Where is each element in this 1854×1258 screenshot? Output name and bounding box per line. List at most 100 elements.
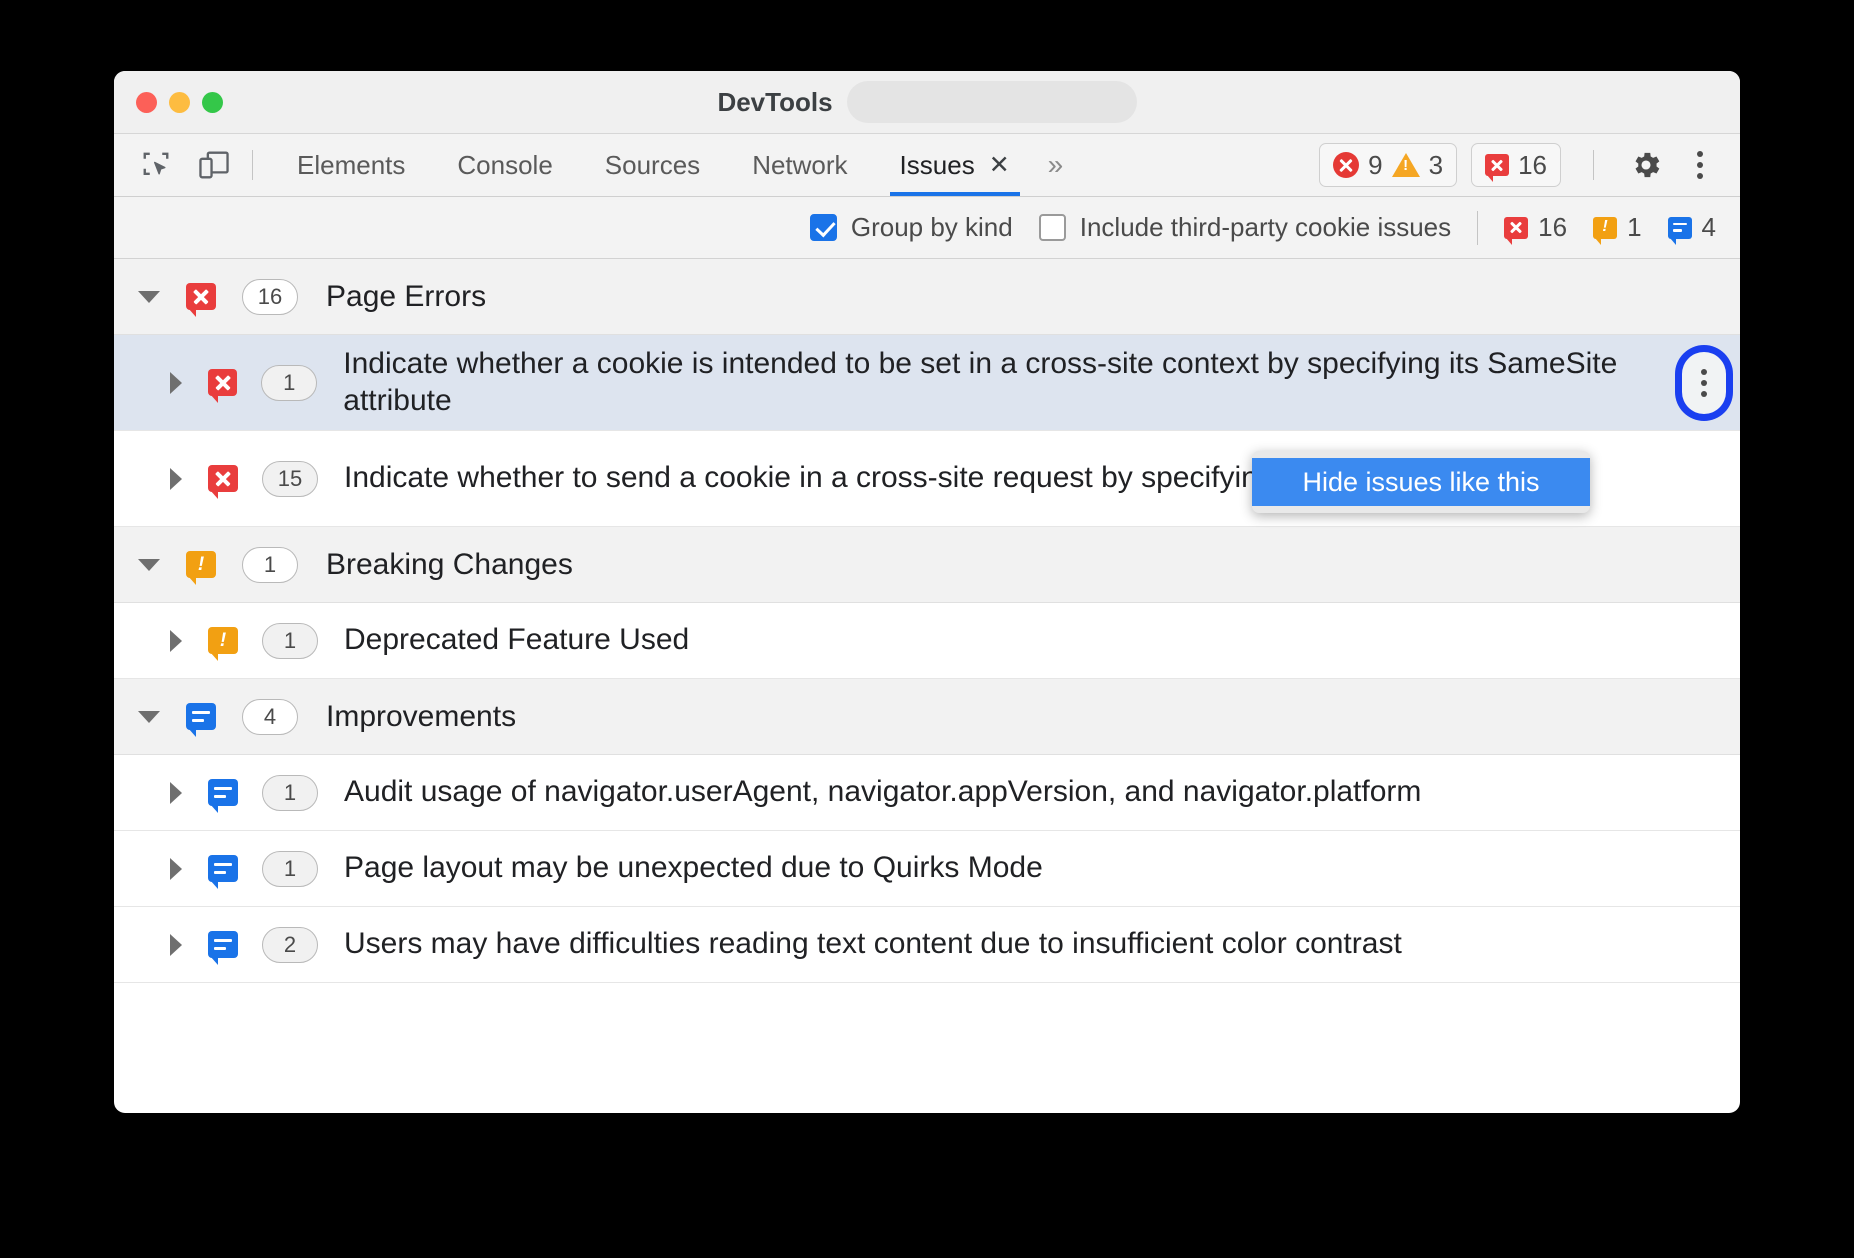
issue-count-badge: 1 [262,851,318,887]
issue-title: Deprecated Feature Used [344,622,729,659]
console-counters[interactable]: 9 3 [1319,143,1457,187]
issues-counter[interactable]: 16 [1471,143,1561,187]
tab-console[interactable]: Console [431,134,578,196]
issue-bubble-warning-icon: ! [186,551,216,578]
tabbar-tools [136,145,234,185]
issue-count-badge: 15 [262,461,318,497]
filter-count-info[interactable]: 4 [1668,212,1716,243]
group-header-page-errors[interactable]: 16 Page Errors [114,259,1740,335]
traffic-lights [136,92,223,113]
issue-bubble-info-icon [1668,217,1692,239]
tabbar-right-divider [1593,150,1594,180]
issues-list: 16 Page Errors 1 Indicate whether a cook… [114,259,1740,983]
warning-triangle-icon [1392,153,1420,177]
tab-network[interactable]: Network [726,134,873,196]
maximize-window-button[interactable] [202,92,223,113]
chevron-right-icon[interactable] [170,858,182,880]
group-by-kind-label: Group by kind [851,212,1013,243]
issue-row-color-contrast[interactable]: 2 Users may have difficulties reading te… [114,907,1740,983]
inspect-element-icon[interactable] [136,145,176,185]
issue-row-samesite-set[interactable]: 1 Indicate whether a cookie is intended … [114,335,1740,431]
window-titlebar: DevTools [114,71,1740,134]
chevron-right-icon[interactable] [170,372,182,394]
filter-warning-count: 1 [1627,212,1641,243]
issue-row-quirks-mode[interactable]: 1 Page layout may be unexpected due to Q… [114,831,1740,907]
menu-item-hide-issues-like-this[interactable]: Hide issues like this [1252,458,1590,506]
group-title: Breaking Changes [326,548,573,582]
tab-label: Elements [297,150,405,181]
issue-title: Audit usage of navigator.userAgent, navi… [344,774,1461,811]
issue-kebab-menu-button[interactable] [1682,352,1726,414]
issue-count-badge: 1 [262,775,318,811]
devtools-window: DevTools [114,71,1740,1113]
tab-label: Network [752,150,847,181]
close-icon[interactable]: ✕ [989,153,1010,178]
group-by-kind-checkbox[interactable]: Group by kind [810,212,1013,243]
issue-bubble-error-icon [208,369,237,396]
issue-bubble-error-icon [208,465,238,492]
device-toolbar-icon[interactable] [194,145,234,185]
filter-count-errors[interactable]: 16 [1504,212,1567,243]
tab-sources[interactable]: Sources [579,134,726,196]
tab-issues[interactable]: Issues ✕ [874,134,1036,196]
group-count-badge: 16 [242,279,298,315]
group-count-badge: 4 [242,699,298,735]
issue-row-navigator-audit[interactable]: 1 Audit usage of navigator.userAgent, na… [114,755,1740,831]
filter-error-count: 16 [1538,212,1567,243]
circle-x-error-icon [1333,152,1359,178]
window-title-area: DevTools [114,71,1740,133]
minimize-window-button[interactable] [169,92,190,113]
title-search-field[interactable] [847,81,1137,123]
panel-tabs: Elements Console Sources Network Issues … [271,134,1075,196]
error-count: 9 [1368,150,1382,181]
group-title: Improvements [326,700,516,734]
tab-label: Sources [605,150,700,181]
issue-count-badge: 2 [262,927,318,963]
chevron-right-icon[interactable] [170,468,182,490]
tab-label: Console [457,150,552,181]
chevron-right-icon[interactable] [170,934,182,956]
kebab-menu-icon[interactable] [1680,145,1720,185]
filter-count-warnings[interactable]: ! 1 [1593,212,1641,243]
checkbox-unchecked-icon[interactable] [1039,214,1066,241]
include-third-party-label: Include third-party cookie issues [1080,212,1451,243]
tabbar-divider [252,150,253,180]
issue-bubble-info-icon [208,931,238,958]
warning-count: 3 [1429,150,1443,181]
include-third-party-checkbox[interactable]: Include third-party cookie issues [1039,212,1451,243]
devtools-tabbar: Elements Console Sources Network Issues … [114,134,1740,197]
issue-title: Users may have difficulties reading text… [344,926,1442,963]
window-title: DevTools [717,87,832,118]
group-count-badge: 1 [242,547,298,583]
issue-bubble-info-icon [186,703,216,730]
issue-bubble-warning-icon: ! [1593,217,1617,239]
gear-icon[interactable] [1626,145,1666,185]
issues-filter-toolbar: Group by kind Include third-party cookie… [114,197,1740,259]
screen: DevTools [0,0,1854,1258]
issue-bubble-info-icon [208,779,238,806]
chevron-right-icon[interactable] [170,630,182,652]
checkbox-checked-icon[interactable] [810,214,837,241]
filter-info-count: 4 [1702,212,1716,243]
issue-count-badge: 1 [262,623,318,659]
chevron-double-right-icon[interactable]: » [1036,149,1076,181]
chevron-down-icon[interactable] [138,559,160,571]
tab-label: Issues [900,150,975,181]
tabbar-counters: 9 3 16 [1319,143,1720,187]
issue-bubble-info-icon [208,855,238,882]
issue-title: Page layout may be unexpected due to Qui… [344,850,1083,887]
issue-title: Indicate whether a cookie is intended to… [343,346,1740,419]
issue-count-badge: 1 [261,365,317,401]
issue-bubble-error-icon [186,283,216,310]
chevron-right-icon[interactable] [170,782,182,804]
filterbar-divider [1477,211,1478,245]
chevron-down-icon[interactable] [138,291,160,303]
group-header-improvements[interactable]: 4 Improvements [114,679,1740,755]
tab-elements[interactable]: Elements [271,134,431,196]
issue-bubble-error-icon [1504,217,1528,239]
menu-item-label: Hide issues like this [1302,467,1539,498]
close-window-button[interactable] [136,92,157,113]
group-header-breaking-changes[interactable]: ! 1 Breaking Changes [114,527,1740,603]
issue-row-deprecated-feature[interactable]: ! 1 Deprecated Feature Used [114,603,1740,679]
chevron-down-icon[interactable] [138,711,160,723]
